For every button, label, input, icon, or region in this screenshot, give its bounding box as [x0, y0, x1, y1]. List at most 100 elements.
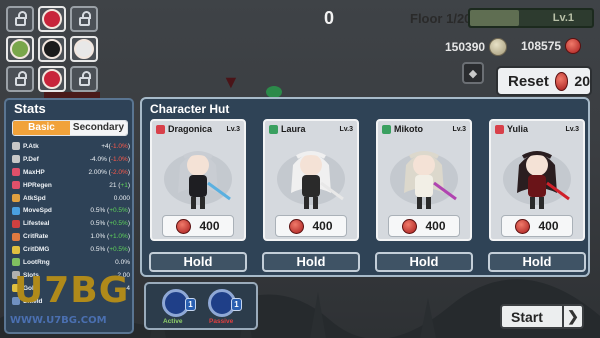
reset-button[interactable]: Reset 20: [496, 66, 592, 96]
stat-suffix: ): [127, 233, 130, 241]
level-bar-fill: [470, 10, 519, 26]
stat-value: 0.0%: [115, 259, 130, 266]
gem-icon: [515, 218, 531, 234]
stat-name: P.Def: [23, 155, 39, 163]
character-portrait: [503, 151, 571, 209]
character-name: Dragonica: [168, 124, 213, 134]
character-card[interactable]: Yulia Lv.3 400: [489, 119, 585, 241]
stat-suffix: ): [127, 155, 130, 163]
card-header: Dragonica Lv.3: [152, 121, 244, 137]
stat-base-value: 2.00% (: [88, 168, 111, 176]
party-slot[interactable]: [70, 66, 98, 92]
hold-button[interactable]: Hold: [149, 252, 247, 272]
stat-base-value: +4(: [101, 142, 111, 150]
stat-delta: -1.0%: [110, 142, 128, 150]
stat-row: P.Def -4.0% (-1.0%): [12, 153, 130, 166]
party-slot[interactable]: [38, 66, 66, 92]
character-hut-panel: Character Hut Dragonica Lv.3 400 Hold Laura L…: [140, 97, 590, 277]
stat-name: Lifesteal: [23, 220, 50, 228]
stat-base-value: 21 (: [109, 181, 121, 189]
party-slot[interactable]: [38, 6, 66, 32]
skill-slot[interactable]: 1: [206, 289, 242, 319]
price-tag[interactable]: 400: [501, 215, 573, 237]
price-tag[interactable]: 400: [275, 215, 347, 237]
stat-base-value: 1.0% (: [90, 233, 110, 241]
party-slot[interactable]: [6, 6, 34, 32]
stat-icon: [12, 206, 20, 215]
skill-slot[interactable]: 1: [160, 289, 196, 319]
card-header: Laura Lv.3: [265, 121, 357, 137]
party-slot[interactable]: [70, 36, 98, 62]
party-slot[interactable]: [70, 6, 98, 32]
stat-base-value: 0.5% (: [90, 246, 110, 254]
hold-button[interactable]: Hold: [488, 252, 586, 272]
stat-name: AtkSpd: [23, 194, 46, 202]
hut-title: Character Hut: [150, 102, 230, 116]
stat-delta: -1.0%: [110, 155, 128, 163]
party-slot[interactable]: [38, 36, 66, 62]
party-slot[interactable]: [6, 36, 34, 62]
stat-value: 0.000: [114, 195, 130, 202]
coin-icon: [489, 38, 508, 56]
stat-suffix: ): [127, 207, 130, 215]
gem-icon: [554, 71, 569, 91]
character-card[interactable]: Dragonica Lv.3 400: [150, 119, 246, 241]
chevron-right-icon: ❯: [562, 306, 582, 327]
party-slot[interactable]: [6, 66, 34, 92]
stat-icon: [12, 232, 20, 241]
gold-display: 150390: [445, 38, 508, 56]
skill-badge: 1: [231, 298, 242, 311]
level-bar: Lv.1: [468, 8, 594, 28]
stats-tabs: Basic Secondary: [12, 120, 128, 136]
tab-basic[interactable]: Basic: [13, 121, 70, 135]
gem-icon: [176, 218, 192, 234]
element-icon: [382, 124, 391, 134]
stat-value: 2.00% (-2.0%): [88, 169, 130, 176]
character-level: Lv.3: [565, 125, 580, 133]
rank-shield-button[interactable]: ◆: [462, 62, 484, 84]
stat-value: 1.0% (+1.0%): [90, 233, 130, 240]
stat-base-value: 0.5% (: [90, 220, 110, 228]
price-tag[interactable]: 400: [162, 215, 234, 237]
card-header: Mikoto Lv.3: [378, 121, 470, 137]
hero-avatar: [42, 69, 62, 89]
skill-type-label: Active: [163, 318, 183, 325]
floor-indicator: Floor 1/20: [410, 11, 472, 26]
hold-button[interactable]: Hold: [262, 252, 360, 272]
stat-row: HPRegen 21 (+1): [12, 179, 130, 192]
stat-row: P.Atk +4(-1.0%): [12, 140, 130, 153]
stat-base-value: 0.000: [113, 194, 130, 202]
stat-row: CritRate 1.0% (+1.0%): [12, 230, 130, 243]
stat-name: CritRate: [23, 233, 49, 241]
gem-icon: [565, 38, 582, 54]
character-portrait: [390, 151, 458, 209]
hold-button[interactable]: Hold: [375, 252, 473, 272]
lock-icon: [14, 10, 27, 26]
character-card[interactable]: Laura Lv.3 400: [263, 119, 359, 241]
start-label: Start: [511, 308, 543, 325]
card-header: Yulia Lv.3: [491, 121, 583, 137]
stat-icon: [12, 155, 20, 164]
character-name: Yulia: [507, 124, 529, 134]
price-tag[interactable]: 400: [388, 215, 460, 237]
watermark-logo: U7BG: [14, 270, 130, 311]
lock-icon: [78, 70, 91, 86]
stats-title: Stats: [14, 101, 46, 116]
reset-cost: 20: [574, 73, 590, 89]
stat-suffix: ): [127, 220, 130, 228]
start-button[interactable]: Start ❯: [500, 304, 584, 329]
gem-icon: [289, 218, 305, 234]
gem-amount: 108575: [521, 39, 562, 53]
character-card[interactable]: Mikoto Lv.3 400: [376, 119, 472, 241]
stat-icon: [12, 219, 20, 228]
stat-delta: +0.5%: [109, 246, 128, 254]
stat-suffix: ): [127, 168, 130, 176]
stat-value: 21 (+1): [109, 182, 130, 189]
hero-avatar: [74, 39, 94, 59]
stat-value: 0.5% (+0.5%): [90, 207, 130, 214]
stat-row: LootRng 0.0%: [12, 256, 130, 269]
stat-base-value: -4.0% (: [89, 155, 111, 163]
tab-secondary[interactable]: Secondary: [70, 121, 127, 135]
character-portrait: [277, 151, 345, 209]
stat-delta: +1.0%: [109, 233, 128, 241]
